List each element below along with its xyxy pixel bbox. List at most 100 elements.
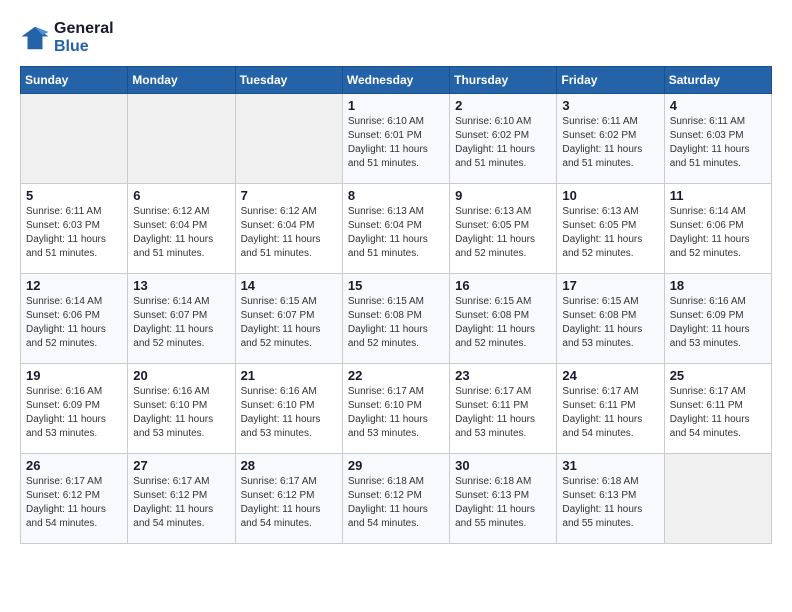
day-info: Sunrise: 6:17 AM Sunset: 6:12 PM Dayligh…	[241, 475, 337, 531]
day-cell: 22 Sunrise: 6:17 AM Sunset: 6:10 PM Dayli…	[342, 364, 449, 454]
day-headers-row: SundayMondayTuesdayWednesdayThursdayFrid…	[21, 67, 772, 94]
day-number: 7	[241, 188, 337, 203]
day-info: Sunrise: 6:18 AM Sunset: 6:13 PM Dayligh…	[455, 475, 551, 531]
day-number: 19	[26, 368, 122, 383]
day-info: Sunrise: 6:14 AM Sunset: 6:06 PM Dayligh…	[670, 205, 766, 261]
day-number: 22	[348, 368, 444, 383]
day-cell: 15 Sunrise: 6:15 AM Sunset: 6:08 PM Dayli…	[342, 274, 449, 364]
day-header-tuesday: Tuesday	[235, 67, 342, 94]
day-number: 15	[348, 278, 444, 293]
day-cell: 29 Sunrise: 6:18 AM Sunset: 6:12 PM Dayli…	[342, 454, 449, 544]
day-cell: 3Sunrise: 6:11 AM Sunset: 6:02 PM Daylig…	[557, 94, 664, 184]
day-info: Sunrise: 6:15 AM Sunset: 6:08 PM Dayligh…	[455, 295, 551, 351]
day-cell	[128, 94, 235, 184]
day-cell: 4Sunrise: 6:11 AM Sunset: 6:03 PM Daylig…	[664, 94, 771, 184]
day-number: 9	[455, 188, 551, 203]
day-info: Sunrise: 6:12 AM Sunset: 6:04 PM Dayligh…	[133, 205, 229, 261]
day-header-wednesday: Wednesday	[342, 67, 449, 94]
logo-icon	[20, 23, 50, 53]
day-info: Sunrise: 6:17 AM Sunset: 6:11 PM Dayligh…	[670, 385, 766, 441]
day-number: 14	[241, 278, 337, 293]
day-number: 27	[133, 458, 229, 473]
day-info: Sunrise: 6:10 AM Sunset: 6:01 PM Dayligh…	[348, 115, 444, 171]
day-cell: 25Sunrise: 6:17 AM Sunset: 6:11 PM Dayli…	[664, 364, 771, 454]
calendar-header: SundayMondayTuesdayWednesdayThursdayFrid…	[21, 67, 772, 94]
day-info: Sunrise: 6:12 AM Sunset: 6:04 PM Dayligh…	[241, 205, 337, 261]
day-info: Sunrise: 6:11 AM Sunset: 6:03 PM Dayligh…	[26, 205, 122, 261]
week-row-1: 1 Sunrise: 6:10 AM Sunset: 6:01 PM Daylig…	[21, 94, 772, 184]
page-header: General Blue	[20, 20, 772, 56]
day-cell	[235, 94, 342, 184]
day-number: 17	[562, 278, 658, 293]
week-row-3: 12 Sunrise: 6:14 AM Sunset: 6:06 PM Dayli…	[21, 274, 772, 364]
day-info: Sunrise: 6:15 AM Sunset: 6:08 PM Dayligh…	[562, 295, 658, 351]
day-cell: 24 Sunrise: 6:17 AM Sunset: 6:11 PM Dayli…	[557, 364, 664, 454]
day-info: Sunrise: 6:18 AM Sunset: 6:12 PM Dayligh…	[348, 475, 444, 531]
day-cell: 13Sunrise: 6:14 AM Sunset: 6:07 PM Dayli…	[128, 274, 235, 364]
day-info: Sunrise: 6:16 AM Sunset: 6:09 PM Dayligh…	[670, 295, 766, 351]
day-info: Sunrise: 6:13 AM Sunset: 6:04 PM Dayligh…	[348, 205, 444, 261]
day-number: 12	[26, 278, 122, 293]
day-number: 10	[562, 188, 658, 203]
week-row-4: 19 Sunrise: 6:16 AM Sunset: 6:09 PM Dayli…	[21, 364, 772, 454]
day-info: Sunrise: 6:14 AM Sunset: 6:07 PM Dayligh…	[133, 295, 229, 351]
day-info: Sunrise: 6:15 AM Sunset: 6:08 PM Dayligh…	[348, 295, 444, 351]
day-number: 2	[455, 98, 551, 113]
day-cell: 6 Sunrise: 6:12 AM Sunset: 6:04 PM Daylig…	[128, 184, 235, 274]
day-info: Sunrise: 6:13 AM Sunset: 6:05 PM Dayligh…	[562, 205, 658, 261]
day-number: 21	[241, 368, 337, 383]
day-cell: 12 Sunrise: 6:14 AM Sunset: 6:06 PM Dayli…	[21, 274, 128, 364]
day-number: 24	[562, 368, 658, 383]
day-number: 30	[455, 458, 551, 473]
day-header-saturday: Saturday	[664, 67, 771, 94]
calendar-body: 1 Sunrise: 6:10 AM Sunset: 6:01 PM Daylig…	[21, 94, 772, 544]
day-info: Sunrise: 6:17 AM Sunset: 6:11 PM Dayligh…	[562, 385, 658, 441]
day-header-thursday: Thursday	[450, 67, 557, 94]
day-info: Sunrise: 6:11 AM Sunset: 6:02 PM Dayligh…	[562, 115, 658, 171]
day-cell: 7 Sunrise: 6:12 AM Sunset: 6:04 PM Daylig…	[235, 184, 342, 274]
day-cell: 28 Sunrise: 6:17 AM Sunset: 6:12 PM Dayli…	[235, 454, 342, 544]
day-info: Sunrise: 6:16 AM Sunset: 6:10 PM Dayligh…	[241, 385, 337, 441]
day-cell: 1 Sunrise: 6:10 AM Sunset: 6:01 PM Daylig…	[342, 94, 449, 184]
logo-text-blue: Blue	[54, 38, 114, 56]
day-cell: 26 Sunrise: 6:17 AM Sunset: 6:12 PM Dayli…	[21, 454, 128, 544]
day-info: Sunrise: 6:17 AM Sunset: 6:12 PM Dayligh…	[133, 475, 229, 531]
day-cell: 8 Sunrise: 6:13 AM Sunset: 6:04 PM Daylig…	[342, 184, 449, 274]
day-number: 26	[26, 458, 122, 473]
day-cell: 20 Sunrise: 6:16 AM Sunset: 6:10 PM Dayli…	[128, 364, 235, 454]
day-cell: 27 Sunrise: 6:17 AM Sunset: 6:12 PM Dayli…	[128, 454, 235, 544]
day-cell: 16 Sunrise: 6:15 AM Sunset: 6:08 PM Dayli…	[450, 274, 557, 364]
day-info: Sunrise: 6:10 AM Sunset: 6:02 PM Dayligh…	[455, 115, 551, 171]
day-header-sunday: Sunday	[21, 67, 128, 94]
day-cell: 23Sunrise: 6:17 AM Sunset: 6:11 PM Dayli…	[450, 364, 557, 454]
day-header-monday: Monday	[128, 67, 235, 94]
logo: General Blue	[20, 20, 114, 56]
day-number: 4	[670, 98, 766, 113]
day-cell	[21, 94, 128, 184]
week-row-5: 26 Sunrise: 6:17 AM Sunset: 6:12 PM Dayli…	[21, 454, 772, 544]
day-number: 16	[455, 278, 551, 293]
day-info: Sunrise: 6:17 AM Sunset: 6:12 PM Dayligh…	[26, 475, 122, 531]
day-cell: 21 Sunrise: 6:16 AM Sunset: 6:10 PM Dayli…	[235, 364, 342, 454]
day-cell: 5 Sunrise: 6:11 AM Sunset: 6:03 PM Daylig…	[21, 184, 128, 274]
day-info: Sunrise: 6:17 AM Sunset: 6:10 PM Dayligh…	[348, 385, 444, 441]
day-number: 20	[133, 368, 229, 383]
day-number: 29	[348, 458, 444, 473]
day-cell: 11Sunrise: 6:14 AM Sunset: 6:06 PM Dayli…	[664, 184, 771, 274]
day-number: 8	[348, 188, 444, 203]
day-number: 1	[348, 98, 444, 113]
day-cell: 10 Sunrise: 6:13 AM Sunset: 6:05 PM Dayli…	[557, 184, 664, 274]
day-info: Sunrise: 6:17 AM Sunset: 6:11 PM Dayligh…	[455, 385, 551, 441]
day-number: 5	[26, 188, 122, 203]
day-cell: 14 Sunrise: 6:15 AM Sunset: 6:07 PM Dayli…	[235, 274, 342, 364]
day-number: 6	[133, 188, 229, 203]
day-info: Sunrise: 6:16 AM Sunset: 6:10 PM Dayligh…	[133, 385, 229, 441]
day-cell: 19 Sunrise: 6:16 AM Sunset: 6:09 PM Dayli…	[21, 364, 128, 454]
day-number: 28	[241, 458, 337, 473]
day-cell: 9Sunrise: 6:13 AM Sunset: 6:05 PM Daylig…	[450, 184, 557, 274]
day-header-friday: Friday	[557, 67, 664, 94]
day-cell: 30 Sunrise: 6:18 AM Sunset: 6:13 PM Dayli…	[450, 454, 557, 544]
day-info: Sunrise: 6:14 AM Sunset: 6:06 PM Dayligh…	[26, 295, 122, 351]
day-info: Sunrise: 6:15 AM Sunset: 6:07 PM Dayligh…	[241, 295, 337, 351]
day-info: Sunrise: 6:16 AM Sunset: 6:09 PM Dayligh…	[26, 385, 122, 441]
